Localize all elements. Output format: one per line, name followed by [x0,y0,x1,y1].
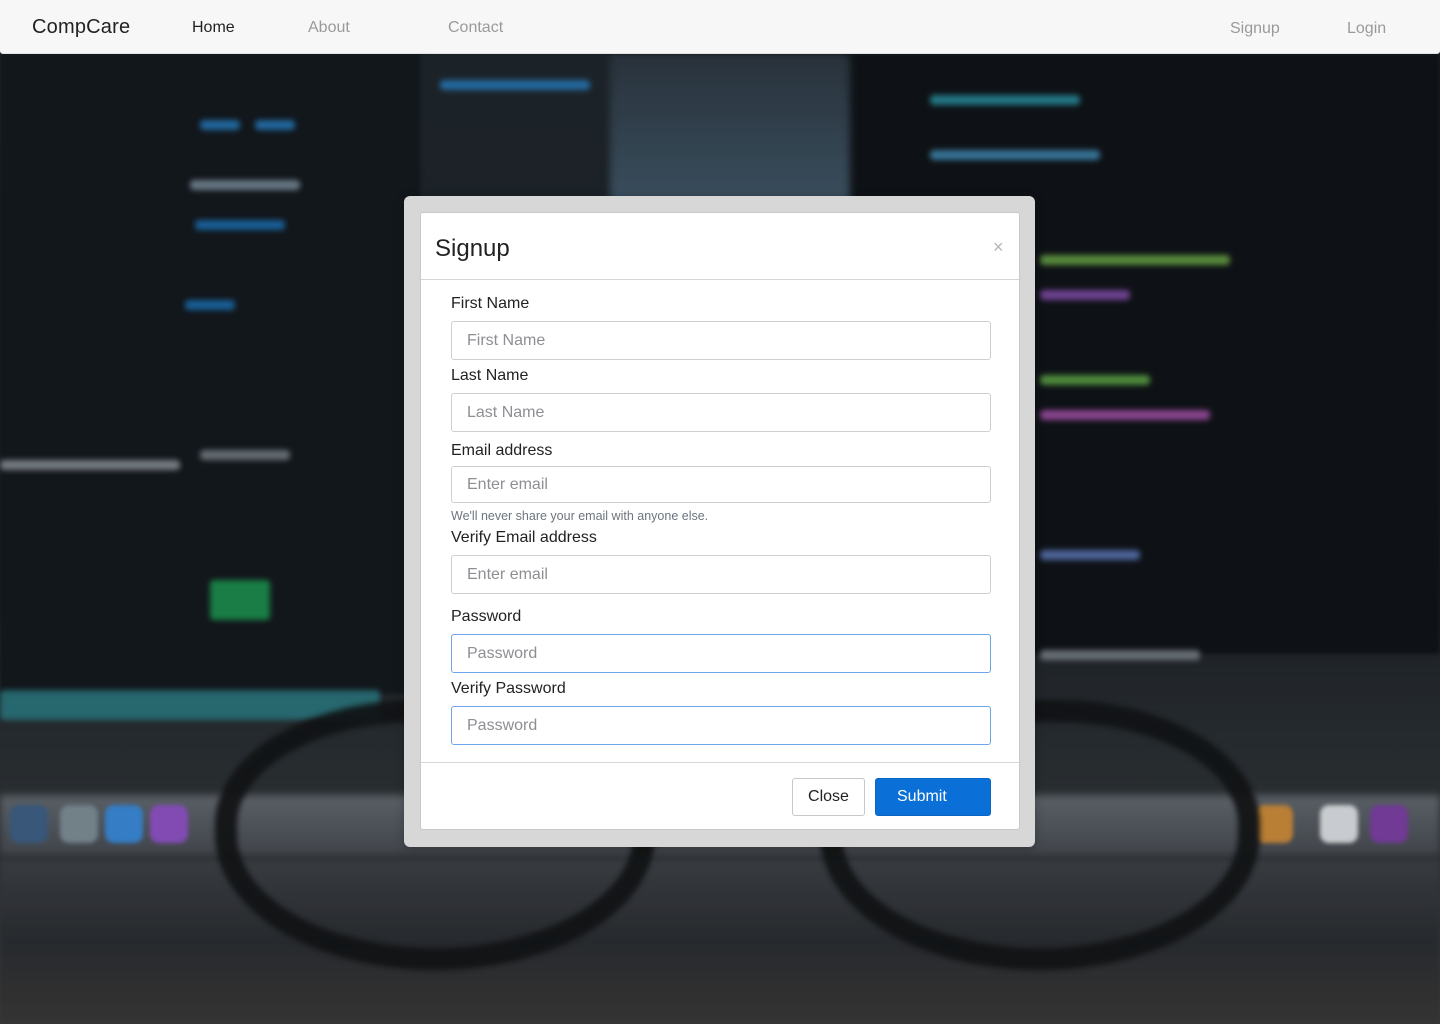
first-name-input[interactable] [451,321,991,360]
nav-link-about[interactable]: About [308,19,350,37]
verify-password-label: Verify Password [451,680,566,697]
verify-email-label: Verify Email address [451,529,597,546]
last-name-input[interactable] [451,393,991,432]
password-input[interactable] [451,634,991,673]
modal-header: Signup × [421,213,1019,280]
verify-email-input[interactable] [451,555,991,594]
modal-title: Signup [435,235,510,262]
first-name-label: First Name [451,295,530,312]
brand-logo[interactable]: CompCare [32,16,130,39]
last-name-label: Last Name [451,367,529,384]
navbar: CompCare Home About Contact Signup Login [0,0,1440,54]
email-input[interactable] [451,466,991,503]
close-button[interactable]: Close [792,778,865,816]
nav-link-signup[interactable]: Signup [1230,20,1280,38]
nav-link-contact[interactable]: Contact [448,19,503,37]
close-icon[interactable]: × [993,238,1004,256]
submit-button[interactable]: Submit [875,778,991,816]
modal-backdrop-frame: Signup × First Name Last Name Email addr… [404,196,1035,847]
nav-link-home[interactable]: Home [192,19,235,37]
modal-footer-divider [421,762,1019,763]
verify-password-input[interactable] [451,706,991,745]
signup-modal: Signup × First Name Last Name Email addr… [420,212,1020,830]
email-help-text: We'll never share your email with anyone… [451,509,709,523]
password-label: Password [451,608,522,625]
nav-link-login[interactable]: Login [1347,20,1386,38]
email-label: Email address [451,442,553,459]
